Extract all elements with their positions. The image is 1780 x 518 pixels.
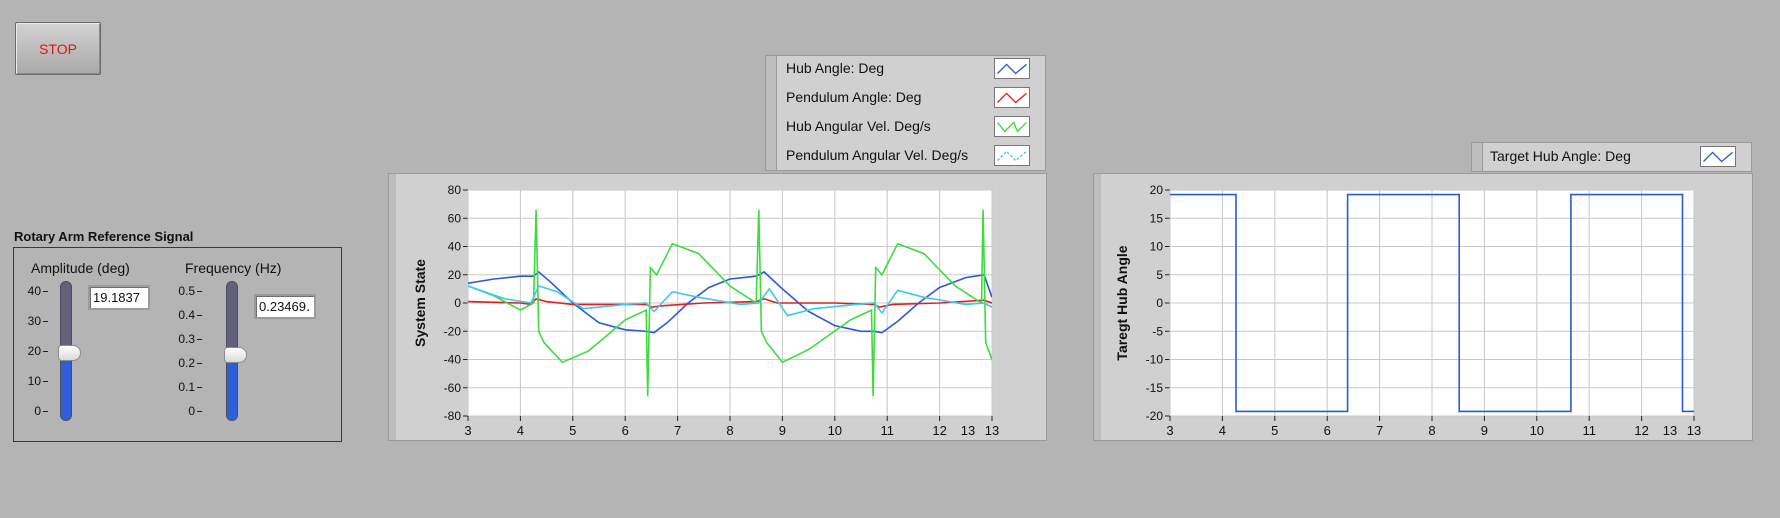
y-tick-label: -60 xyxy=(444,381,462,395)
x-tick-label: 8 xyxy=(1428,423,1435,438)
amplitude-tick: 10 xyxy=(27,374,41,388)
y-axis-label: System State xyxy=(412,259,428,347)
legend-swatch-hub-angular-vel-icon[interactable] xyxy=(994,116,1030,137)
x-tick-label: 13 xyxy=(961,423,975,438)
legend-grip[interactable] xyxy=(1472,143,1483,171)
y-tick-label: 5 xyxy=(1156,268,1163,282)
legend-label-pendulum-angular-vel: Pendulum Angular Vel. Deg/s xyxy=(786,147,969,163)
legend-label-hub-angle: Hub Angle: Deg xyxy=(786,60,885,76)
x-tick-label: 3 xyxy=(464,423,471,438)
reference-signal-title: Rotary Arm Reference Signal xyxy=(14,229,194,244)
legend-swatch-pendulum-angular-vel-icon[interactable] xyxy=(994,145,1030,166)
y-tick-label: 60 xyxy=(448,211,462,225)
x-tick-label: 13 xyxy=(1687,423,1701,438)
target-legend: Target Hub Angle: Deg xyxy=(1471,142,1752,172)
x-tick-label: 6 xyxy=(1324,423,1331,438)
x-tick-label: 11 xyxy=(880,423,894,438)
y-tick-label: -5 xyxy=(1152,324,1163,338)
y-axis-label: Taregt Hub Angle xyxy=(1114,245,1130,360)
legend-label-pendulum-angle: Pendulum Angle: Deg xyxy=(786,89,922,105)
frequency-tick: 0.3 xyxy=(178,332,195,346)
reference-signal-panel: Amplitude (deg) 40 30 20 10 0 19.1837 Fr… xyxy=(13,247,342,442)
frequency-tick: 0.4 xyxy=(178,308,195,322)
x-tick-label: 11 xyxy=(1582,423,1596,438)
x-tick-label: 8 xyxy=(726,423,733,438)
frequency-tick: 0.2 xyxy=(178,356,195,370)
legend-label-target-hub-angle: Target Hub Angle: Deg xyxy=(1490,148,1631,164)
y-tick-label: 0 xyxy=(454,296,461,310)
amplitude-value-field[interactable]: 19.1837 xyxy=(88,285,150,310)
amplitude-scale: 40 30 20 10 0 xyxy=(14,284,48,418)
frequency-value-field[interactable]: 0.23469․ xyxy=(254,294,316,319)
frequency-tick: 0.5 xyxy=(178,284,195,298)
x-tick-label: 9 xyxy=(1481,423,1488,438)
y-tick-label: -20 xyxy=(1146,409,1164,423)
amplitude-slider-fill xyxy=(61,352,71,420)
frequency-label: Frequency (Hz) xyxy=(185,260,282,276)
amplitude-tick: 30 xyxy=(27,314,41,328)
y-tick-label: -10 xyxy=(1146,353,1164,367)
x-tick-label: 6 xyxy=(622,423,629,438)
y-tick-label: 40 xyxy=(448,240,462,254)
x-tick-label: 12 xyxy=(932,423,946,438)
system-state-legend: Hub Angle: Deg Pendulum Angle: Deg Hub A… xyxy=(765,55,1046,171)
legend-label-hub-angular-vel: Hub Angular Vel. Deg/s xyxy=(786,118,931,134)
y-tick-label: 15 xyxy=(1150,211,1164,225)
y-tick-label: 10 xyxy=(1150,240,1164,254)
y-tick-label: -20 xyxy=(444,324,462,338)
target-hub-angle-chart-frame: 20 15 10 5 0 -5 -10 -15 -20 3 4 5 6 7 8 9 10 11 12 13 13 Tare… xyxy=(1093,173,1753,441)
legend-swatch-target-icon[interactable] xyxy=(1700,146,1736,167)
y-tick-label: -15 xyxy=(1146,381,1164,395)
x-tick-label: 9 xyxy=(779,423,786,438)
x-tick-label: 13 xyxy=(985,423,999,438)
target-hub-angle-chart[interactable]: 20 15 10 5 0 -5 -10 -15 -203 4 5 6 7 8 9 10 11 12 13 13 Tare… xyxy=(1094,174,1754,442)
x-tick-label: 7 xyxy=(674,423,681,438)
x-tick-label: 10 xyxy=(1530,423,1544,438)
stop-button[interactable]: STOP xyxy=(15,22,101,75)
frequency-tick: 0 xyxy=(188,404,195,418)
frequency-scale: 0.5 0.4 0.3 0.2 0.1 0 xyxy=(168,284,202,418)
y-tick-label: -40 xyxy=(444,353,462,367)
amplitude-slider-thumb[interactable] xyxy=(58,345,81,362)
y-tick-label: -80 xyxy=(444,409,462,423)
y-tick-label: 80 xyxy=(448,183,462,197)
amplitude-label: Amplitude (deg) xyxy=(31,260,130,276)
system-state-chart[interactable]: 80 60 40 20 0 -20 -40 -60 -803 4 5 6 7 8 9 10 11 12 13 13 Sy… xyxy=(389,174,1048,442)
x-tick-label: 3 xyxy=(1166,423,1173,438)
legend-grip[interactable] xyxy=(766,56,777,170)
amplitude-tick: 40 xyxy=(27,284,41,298)
y-tick-label: 20 xyxy=(448,268,462,282)
x-tick-label: 12 xyxy=(1634,423,1648,438)
amplitude-tick: 20 xyxy=(27,344,41,358)
x-tick-label: 7 xyxy=(1376,423,1383,438)
amplitude-tick: 0 xyxy=(34,404,41,418)
x-tick-label: 13 xyxy=(1663,423,1677,438)
frequency-slider-fill xyxy=(227,353,237,420)
legend-swatch-pendulum-angle-icon[interactable] xyxy=(994,87,1030,108)
legend-swatch-hub-angle-icon[interactable] xyxy=(994,58,1030,79)
x-tick-label: 5 xyxy=(1271,423,1278,438)
x-tick-label: 4 xyxy=(1219,423,1226,438)
x-tick-label: 5 xyxy=(569,423,576,438)
frequency-tick: 0.1 xyxy=(178,380,195,394)
stop-button-label: STOP xyxy=(39,40,77,57)
y-tick-label: 20 xyxy=(1150,183,1164,197)
system-state-chart-frame: 80 60 40 20 0 -20 -40 -60 -80 3 4 5 6 7 8 9 10 11 12 13 13 Sy… xyxy=(388,173,1047,441)
x-tick-label: 10 xyxy=(828,423,842,438)
y-tick-label: 0 xyxy=(1156,296,1163,310)
x-tick-label: 4 xyxy=(517,423,524,438)
frequency-slider-thumb[interactable] xyxy=(224,346,247,363)
